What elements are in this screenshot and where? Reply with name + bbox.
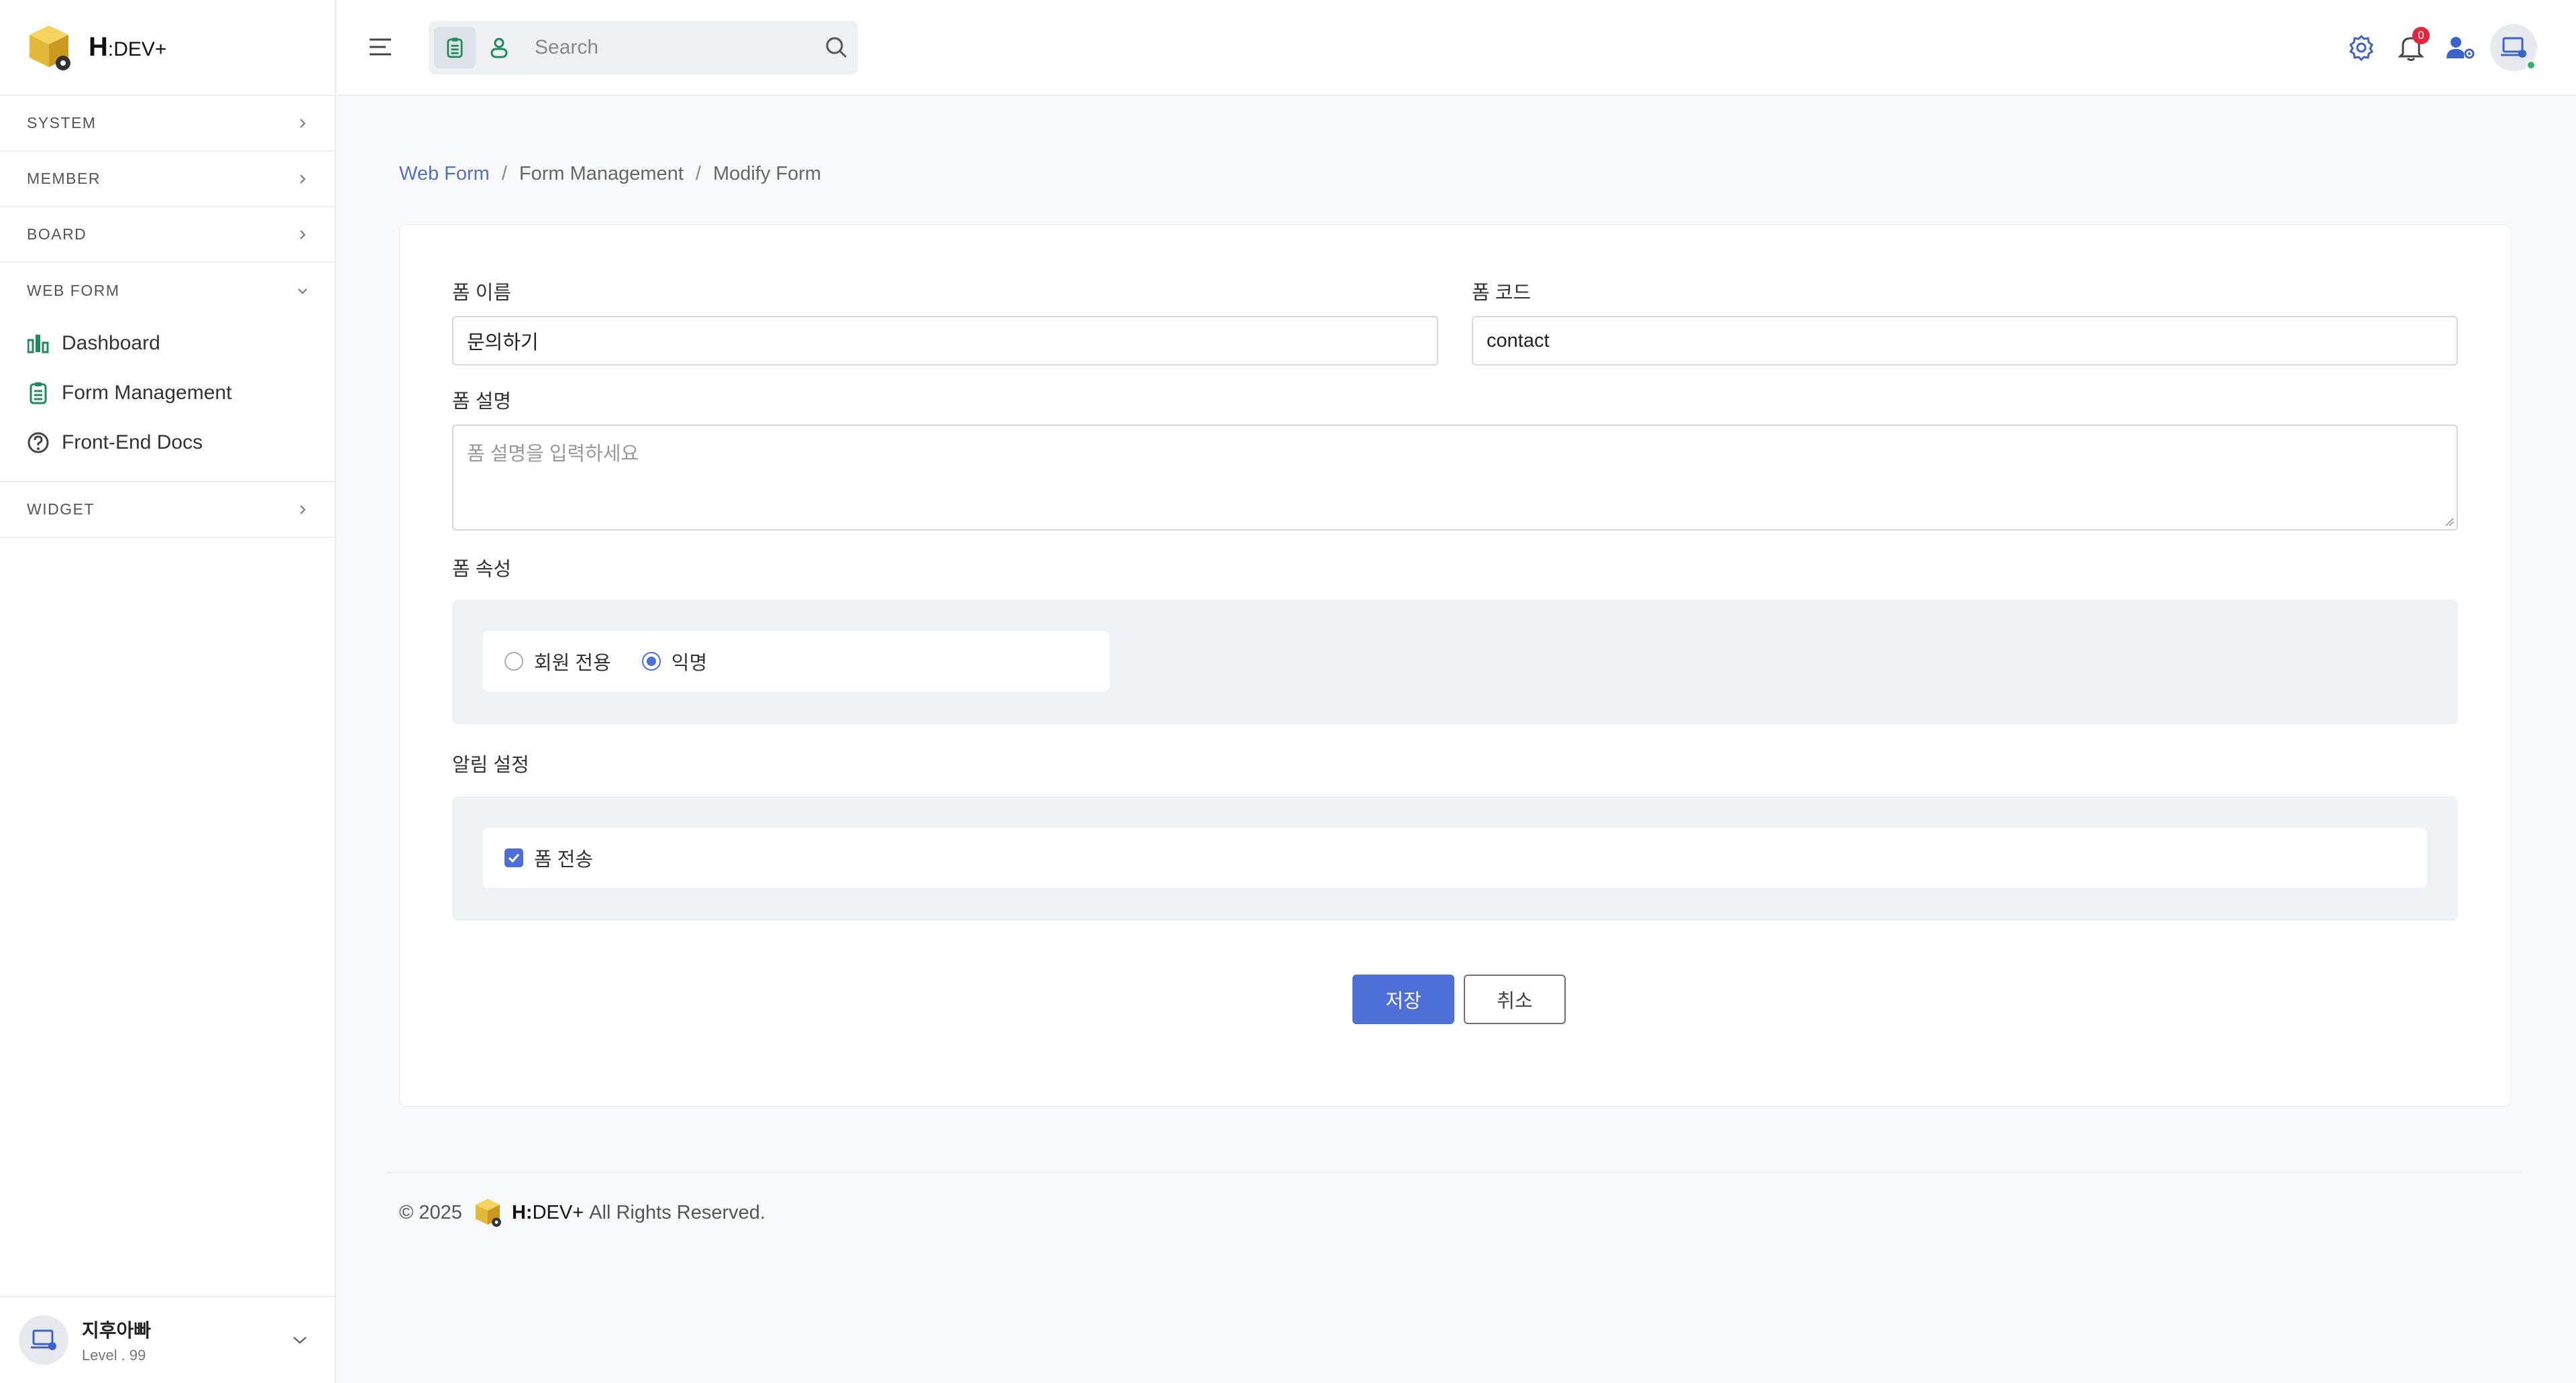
- breadcrumb-separator: /: [695, 163, 701, 184]
- user-level: Level . 99: [82, 1347, 146, 1364]
- sidebar-user-profile[interactable]: 지후아빠 Level . 99: [0, 1296, 335, 1383]
- form-code-input[interactable]: contact: [1472, 316, 2458, 366]
- nav-section-label: BOARD: [27, 225, 87, 243]
- checkbox-checked[interactable]: [504, 848, 523, 867]
- chevron-right-icon: [300, 229, 306, 239]
- settings-icon[interactable]: [2341, 23, 2381, 72]
- form-description-label: 폼 설명: [452, 391, 512, 412]
- form-attribute-label: 폼 속성: [452, 559, 512, 580]
- online-status-dot: [2526, 60, 2536, 70]
- nav-section-system[interactable]: SYSTEM: [0, 96, 335, 152]
- notification-count-badge: 0: [2412, 27, 2430, 44]
- sidebar-item-label: Front-End Docs: [62, 431, 203, 453]
- laptop-user-icon: [31, 1329, 56, 1350]
- sidebar-item-front-end-docs[interactable]: Front-End Docs: [0, 418, 335, 467]
- form-name-input[interactable]: 문의하기: [452, 316, 1438, 366]
- user-info: 지후아빠 Level . 99: [82, 1316, 292, 1364]
- logo[interactable]: H:DEV+: [0, 0, 335, 96]
- checkbox-form-submit[interactable]: 폼 전송: [504, 844, 593, 872]
- sidebar: H:DEV+ SYSTEM MEMBER BOARD WEB FORM Dash…: [0, 0, 336, 1383]
- breadcrumb-item-form-management[interactable]: Form Management: [519, 163, 684, 185]
- clipboard-icon: [447, 38, 463, 58]
- form-name-label: 폼 이름: [452, 282, 512, 304]
- search-scope-form-button[interactable]: [434, 27, 476, 68]
- breadcrumb-link-web-form[interactable]: Web Form: [399, 163, 490, 185]
- checkmark-icon: [508, 853, 520, 863]
- form-description-placeholder: 폼 설명을 입력하세요: [467, 443, 639, 465]
- footer: © 2025 H: DEV+ All Rights Reserved.: [399, 1197, 765, 1228]
- sidebar-item-label: Form Management: [62, 382, 232, 404]
- chevron-right-icon: [300, 118, 306, 128]
- sidebar-item-dashboard[interactable]: Dashboard: [0, 319, 335, 368]
- user-icon: [490, 38, 508, 58]
- chevron-right-icon: [300, 174, 306, 184]
- form-attribute-options: 회원 전용 익명: [483, 631, 1110, 692]
- nav-section-label: SYSTEM: [27, 114, 97, 131]
- avatar: [19, 1315, 68, 1365]
- brand-name: H:DEV+: [89, 32, 167, 62]
- nav-section-board[interactable]: BOARD: [0, 207, 335, 263]
- breadcrumb-separator: /: [501, 163, 507, 184]
- form-card: 폼 이름 문의하기 폼 코드 contact 폼 설명 폼 설명을 입력하세요 …: [399, 224, 2511, 1107]
- breadcrumb: Web Form / Form Management / Modify Form: [399, 163, 821, 185]
- footer-copyright: © 2025: [399, 1201, 462, 1223]
- nav-group-webform: WEB FORM Dashboard Form Management Front…: [0, 263, 335, 482]
- radio-member-only[interactable]: 회원 전용: [504, 647, 611, 675]
- radio-label: 회원 전용: [534, 653, 611, 674]
- notification-bell-icon[interactable]: 0: [2391, 23, 2431, 72]
- notification-settings-label: 알림 설정: [452, 755, 529, 776]
- form-code-label: 폼 코드: [1472, 282, 1532, 304]
- save-button[interactable]: 저장: [1352, 975, 1454, 1024]
- checkbox-label: 폼 전송: [534, 849, 594, 871]
- footer-rights: All Rights Reserved.: [589, 1201, 765, 1223]
- sidebar-item-label: Dashboard: [62, 332, 160, 354]
- profile-avatar[interactable]: [2490, 24, 2537, 71]
- footer-brand-h: H:: [511, 1201, 533, 1223]
- form-description-textarea[interactable]: 폼 설명을 입력하세요: [452, 425, 2458, 531]
- clipboard-icon: [27, 382, 50, 404]
- chevron-down-icon[interactable]: [292, 1335, 308, 1345]
- nav-section-label: WIDGET: [27, 500, 95, 518]
- nav-section-webform[interactable]: WEB FORM: [0, 263, 335, 319]
- chevron-right-icon: [300, 504, 306, 514]
- menu-toggle-icon[interactable]: [368, 35, 392, 59]
- user-name: 지후아빠: [82, 1320, 152, 1341]
- question-circle-icon: [27, 431, 50, 454]
- footer-divider: [388, 1172, 2522, 1173]
- top-header: 0: [337, 0, 2576, 96]
- breadcrumb-item-current: Modify Form: [712, 163, 822, 184]
- search-bar: [429, 21, 858, 74]
- laptop-user-icon: [2501, 37, 2526, 58]
- footer-brand-name: DEV+: [532, 1201, 584, 1223]
- radio-anonymous[interactable]: 익명: [641, 647, 708, 675]
- nav-section-label: WEB FORM: [27, 282, 120, 299]
- radio-button-selected[interactable]: [641, 652, 661, 671]
- radio-label: 익명: [671, 653, 708, 674]
- cancel-button[interactable]: 취소: [1464, 975, 1566, 1024]
- notification-options: 폼 전송: [483, 828, 2427, 888]
- header-actions: 0: [2332, 23, 2537, 72]
- cube-logo-icon: [475, 1199, 501, 1227]
- search-scope-user-button[interactable]: [478, 27, 520, 68]
- chevron-down-icon: [298, 288, 307, 294]
- cube-logo-icon: [30, 25, 70, 70]
- search-icon[interactable]: [823, 34, 850, 61]
- nav-section-member[interactable]: MEMBER: [0, 152, 335, 207]
- user-settings-icon[interactable]: [2440, 23, 2481, 72]
- resize-grip-icon[interactable]: [2445, 517, 2454, 527]
- form-attribute-panel: 회원 전용 익명: [452, 600, 2458, 724]
- search-input[interactable]: [535, 36, 803, 59]
- bar-chart-icon: [27, 332, 50, 355]
- sidebar-item-form-management[interactable]: Form Management: [0, 368, 335, 418]
- nav-section-widget[interactable]: WIDGET: [0, 482, 335, 538]
- nav-section-label: MEMBER: [27, 170, 101, 187]
- notification-settings-panel: 폼 전송: [452, 796, 2458, 921]
- radio-button[interactable]: [504, 652, 523, 671]
